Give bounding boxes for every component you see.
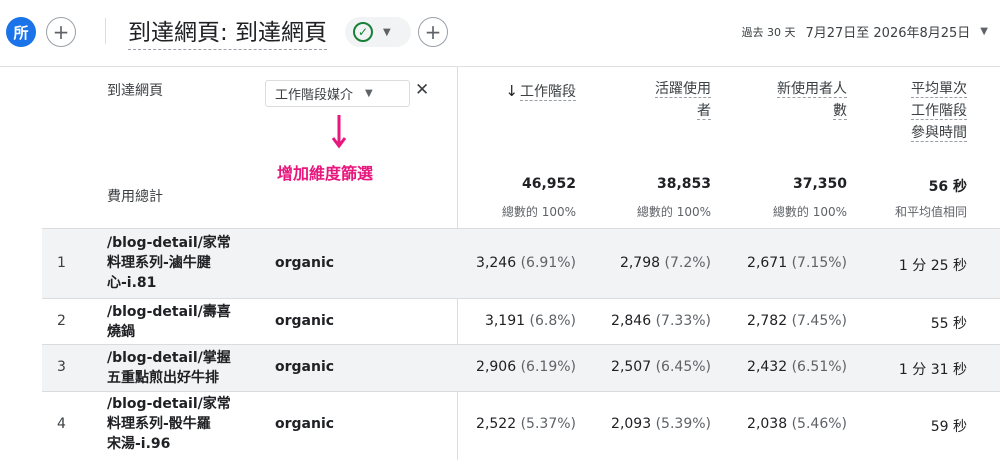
data-status-dropdown[interactable]: ✓ ▼	[345, 17, 411, 47]
new-users-cell: 2,038 (5.46%)	[747, 416, 847, 432]
header-divider	[105, 18, 106, 44]
column-header-sessions[interactable]: ↓ 工作階段	[505, 80, 576, 103]
table-row[interactable]: 2 /blog-detail/壽喜 燒鍋 organic 3,191 (6.8%…	[42, 298, 1000, 344]
chevron-down-icon: ▼	[365, 88, 373, 99]
total-active-users-sub: 總數的 100%	[636, 205, 711, 219]
secondary-dimension-value: 工作階段媒介	[275, 88, 354, 103]
annotation-arrow-icon	[332, 115, 346, 149]
totals-label: 費用總計	[107, 189, 163, 205]
annotation-label: 增加維度篩選	[277, 164, 374, 183]
medium-value: organic	[275, 255, 335, 271]
divider	[0, 66, 1000, 67]
check-circle-icon: ✓	[353, 22, 373, 42]
page-title[interactable]: 到達網頁: 到達網頁	[128, 13, 328, 50]
medium-value: organic	[275, 359, 335, 375]
chevron-down-icon: ▼	[383, 26, 391, 38]
landing-page-link[interactable]: /blog-detail/掌握 五重點煎出好牛排	[107, 348, 257, 388]
column-header-new-users[interactable]: 新使用者人 數	[777, 78, 847, 122]
avg-engagement-cell: 1 分 31 秒	[898, 362, 967, 378]
sort-down-arrow-icon: ↓	[505, 82, 518, 100]
sessions-cell: 3,246 (6.91%)	[476, 255, 576, 271]
add-comparison-button[interactable]: +	[46, 17, 76, 47]
active-users-cell: 2,798 (7.2%)	[619, 255, 711, 271]
medium-value: organic	[275, 416, 335, 432]
active-users-cell: 2,093 (5.39%)	[611, 416, 711, 432]
avg-engagement-cell: 1 分 25 秒	[898, 258, 967, 274]
new-users-cell: 2,782 (7.45%)	[747, 313, 847, 329]
date-period: 過去 30 天	[741, 25, 796, 39]
row-index: 4	[57, 416, 66, 432]
dimension-header[interactable]: 到達網頁	[107, 80, 163, 100]
secondary-dimension-select[interactable]: 工作階段媒介 ▼	[265, 80, 410, 107]
close-icon[interactable]: ✕	[415, 80, 429, 100]
chevron-down-icon: ▼	[980, 26, 988, 37]
date-range: 7月27日至 2026年8月25日	[805, 26, 971, 41]
avg-engagement-cell: 59 秒	[930, 419, 967, 435]
report-header: 所 + 到達網頁: 到達網頁 ✓ ▼ + 過去 30 天 7月27日至 2026…	[0, 0, 1000, 66]
total-avg-engagement: 56 秒	[928, 179, 967, 195]
sessions-cell: 2,522 (5.37%)	[476, 416, 576, 432]
total-new-users-sub: 總數的 100%	[772, 205, 847, 219]
row-index: 3	[57, 359, 66, 375]
table-row[interactable]: 3 /blog-detail/掌握 五重點煎出好牛排 organic 2,906…	[42, 344, 1000, 391]
row-index: 2	[57, 313, 66, 329]
landing-page-link[interactable]: /blog-detail/壽喜 燒鍋	[107, 302, 257, 342]
new-users-cell: 2,432 (6.51%)	[747, 359, 847, 375]
sessions-cell: 3,191 (6.8%)	[484, 313, 576, 329]
total-avg-engagement-sub: 和平均值相同	[894, 205, 967, 219]
sessions-cell: 2,906 (6.19%)	[476, 359, 576, 375]
avg-engagement-cell: 55 秒	[930, 316, 967, 332]
date-range-picker[interactable]: 過去 30 天 7月27日至 2026年8月25日 ▼	[741, 22, 988, 42]
column-header-avg-engagement[interactable]: 平均單次 工作階段 參與時間	[911, 78, 967, 144]
add-button[interactable]: +	[418, 17, 448, 47]
active-users-cell: 2,846 (7.33%)	[611, 313, 711, 329]
table-row[interactable]: 1 /blog-detail/家常 料理系列-滷牛腱 心-i.81 organi…	[42, 228, 1000, 298]
landing-page-link[interactable]: /blog-detail/家常 料理系列-滷牛腱 心-i.81	[107, 233, 257, 293]
row-index: 1	[57, 255, 66, 271]
total-sessions-sub: 總數的 100%	[501, 205, 576, 219]
active-users-cell: 2,507 (6.45%)	[611, 359, 711, 375]
medium-value: organic	[275, 313, 335, 329]
landing-page-link[interactable]: /blog-detail/家常 料理系列-骰牛羅 宋湯-i.96	[107, 394, 257, 454]
new-users-cell: 2,671 (7.15%)	[747, 255, 847, 271]
total-active-users: 38,853	[656, 176, 711, 192]
table-row[interactable]: 4 /blog-detail/家常 料理系列-骰牛羅 宋湯-i.96 organ…	[42, 391, 1000, 460]
total-new-users: 37,350	[792, 176, 847, 192]
comparison-avatar[interactable]: 所	[6, 17, 36, 47]
column-header-active-users[interactable]: 活躍使用 者	[655, 78, 711, 122]
total-sessions: 46,952	[521, 176, 576, 192]
